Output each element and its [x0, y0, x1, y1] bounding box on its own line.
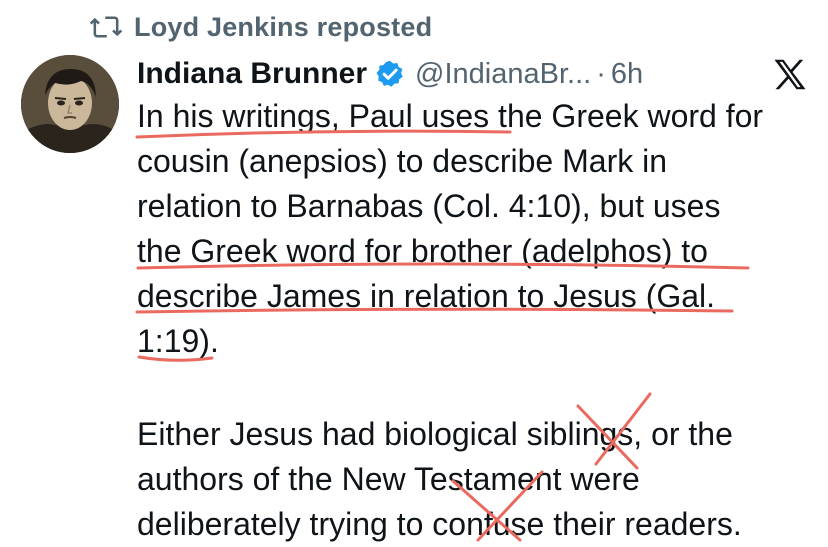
- tweet-text-line: deliberately trying to confuse their rea…: [137, 506, 742, 542]
- tweet-text-line: Either Jesus had biological siblings, or…: [137, 416, 733, 452]
- tweet-text-line: In his writings, Paul uses the Greek wor…: [137, 98, 764, 134]
- tweet-text-line: the Greek word for brother (adelphos) to: [137, 233, 708, 269]
- tweet-header: Indiana Brunner @IndianaBr... · 6h: [137, 52, 643, 96]
- separator-dot: ·: [596, 57, 606, 90]
- tweet-text-line: describe James in relation to Jesus (Gal…: [137, 278, 716, 314]
- repost-icon: [89, 16, 123, 38]
- tweet-text-line: authors of the New Testament were: [137, 461, 640, 497]
- author-name[interactable]: Indiana Brunner: [137, 57, 367, 91]
- tweet-text-line: relation to Barnabas (Col. 4:10), but us…: [137, 188, 721, 224]
- tweet-body: In his writings, Paul uses the Greek wor…: [137, 94, 817, 547]
- repost-header: Loyd Jenkins reposted: [88, 10, 432, 44]
- x-logo-icon: [774, 59, 806, 90]
- repost-label[interactable]: Loyd Jenkins reposted: [134, 12, 432, 43]
- verified-badge-icon[interactable]: [375, 59, 405, 89]
- tweet-text-line: 1:19).: [137, 323, 219, 359]
- post-timestamp[interactable]: 6h: [611, 58, 643, 91]
- author-handle[interactable]: @IndianaBr...: [415, 58, 591, 91]
- avatar[interactable]: [21, 55, 119, 153]
- tweet-text-line: cousin (anepsios) to describe Mark in: [137, 143, 668, 179]
